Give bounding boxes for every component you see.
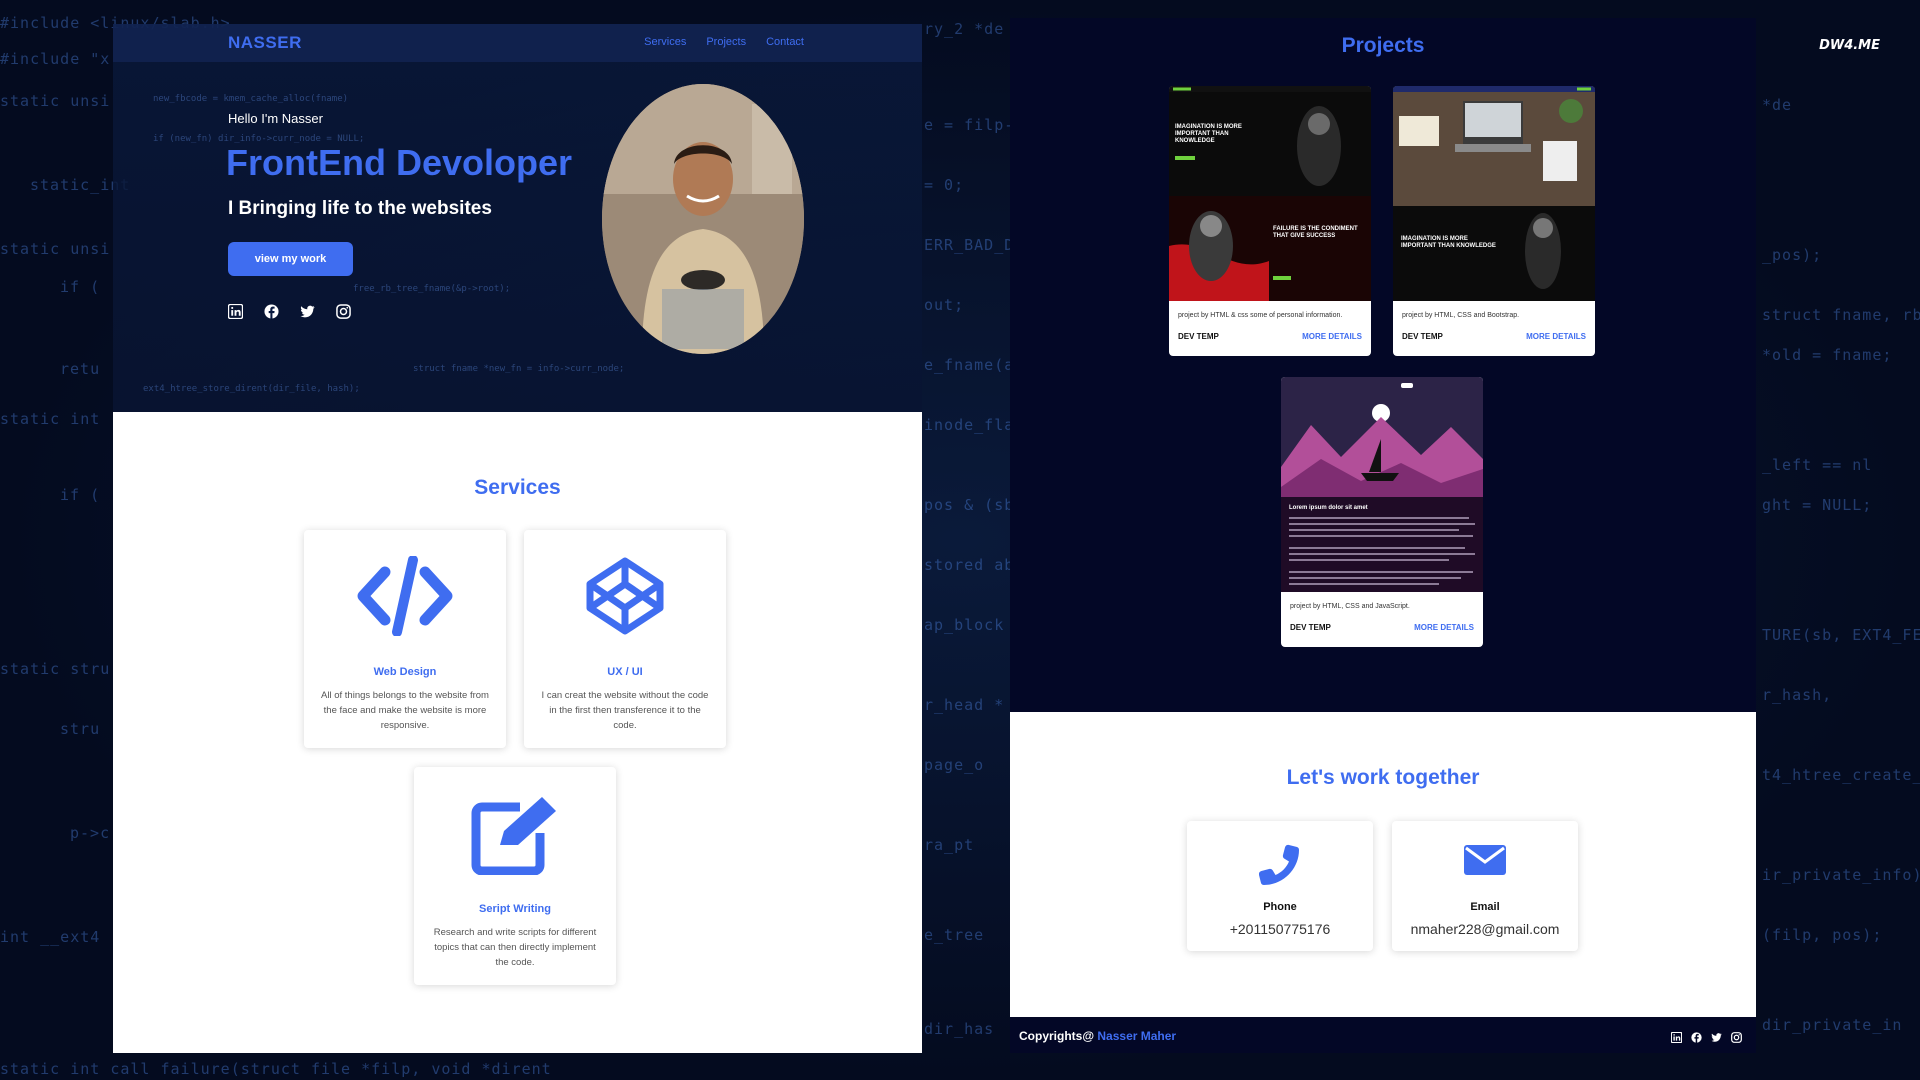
- facebook-icon[interactable]: [264, 304, 279, 319]
- service-card-script-writing: Seript Writing Research and write script…: [414, 767, 616, 985]
- thumbnail-caption: IMAGINATION IS MORE IMPORTANT THAN KNOWL…: [1401, 236, 1496, 249]
- brand-logo[interactable]: NASSER: [228, 33, 302, 53]
- services-section: Services Web Design All of things belong…: [113, 412, 922, 1053]
- hero-tagline: I Bringing life to the websites: [228, 198, 492, 219]
- contact-card-phone[interactable]: Phone +201150775176: [1187, 821, 1373, 951]
- project-thumbnail: IMAGINATION IS MORE IMPORTANT THAN KNOWL…: [1393, 86, 1595, 301]
- hero-greeting: Hello I'm Nasser: [228, 111, 323, 126]
- project-description: project by HTML & css some of personal i…: [1178, 312, 1343, 319]
- service-card-web-design: Web Design All of things belongs to the …: [304, 530, 506, 748]
- nav-link-projects[interactable]: Projects: [706, 36, 746, 48]
- service-title: Seript Writing: [479, 903, 551, 915]
- project-footer: DEV TEMP MORE DETAILS: [1402, 332, 1586, 341]
- facebook-icon[interactable]: [1691, 1030, 1702, 1043]
- nav-link-contact[interactable]: Contact: [766, 36, 804, 48]
- phone-icon: [1258, 843, 1301, 890]
- edit-icon: [470, 793, 560, 880]
- instagram-icon[interactable]: [1731, 1030, 1742, 1043]
- left-panel: new_fbcode = kmem_cache_alloc(fname) if …: [113, 24, 922, 1053]
- instagram-icon[interactable]: [336, 304, 351, 319]
- hero-section: new_fbcode = kmem_cache_alloc(fname) if …: [113, 24, 922, 412]
- project-card[interactable]: Lorem ipsum dolor sit amet project by HT…: [1281, 377, 1483, 647]
- project-footer: DEV TEMP MORE DETAILS: [1178, 332, 1362, 341]
- more-details-link[interactable]: MORE DETAILS: [1526, 332, 1586, 341]
- project-description: project by HTML, CSS and Bootstrap.: [1402, 312, 1520, 319]
- nav-link-services[interactable]: Services: [644, 36, 686, 48]
- services-title: Services: [474, 476, 561, 499]
- footer: Copyrights@ Nasser Maher: [1010, 1017, 1756, 1053]
- service-description: Research and write scripts for different…: [433, 927, 597, 968]
- thumbnail-caption: FAILURE IS THE CONDIMENT THAT GIVE SUCCE…: [1273, 226, 1358, 239]
- contact-label: Phone: [1263, 901, 1297, 913]
- project-footer: DEV TEMP MORE DETAILS: [1290, 623, 1474, 632]
- projects-section: Projects IMAGINATION IS MORE IMPORTANT T…: [1010, 18, 1756, 712]
- thumbnail-caption: Lorem ipsum dolor sit amet: [1289, 505, 1368, 511]
- email-address[interactable]: nmaher228@gmail.com: [1392, 921, 1578, 937]
- more-details-link[interactable]: MORE DETAILS: [1302, 332, 1362, 341]
- linkedin-icon[interactable]: [1670, 1030, 1683, 1044]
- project-description: project by HTML, CSS and JavaScript.: [1290, 603, 1410, 610]
- service-title: UX / UI: [607, 666, 643, 678]
- more-details-link[interactable]: MORE DETAILS: [1414, 623, 1474, 632]
- hero-social-links: [227, 303, 351, 320]
- twitter-icon[interactable]: [300, 304, 315, 319]
- service-title: Web Design: [373, 666, 437, 678]
- author-link[interactable]: Nasser Maher: [1097, 1029, 1176, 1043]
- contact-title: Let's work together: [1286, 766, 1480, 789]
- service-description: All of things belongs to the website fro…: [321, 690, 489, 731]
- project-name: DEV TEMP: [1290, 623, 1331, 632]
- watermark: DW4.ME: [1819, 38, 1880, 53]
- project-card[interactable]: IMAGINATION IS MORE IMPORTANT THAN KNOWL…: [1169, 86, 1371, 356]
- contact-label: Email: [1470, 901, 1500, 913]
- copyright-label: Copyrights@: [1019, 1029, 1095, 1043]
- project-name: DEV TEMP: [1402, 332, 1443, 341]
- twitter-icon[interactable]: [1711, 1030, 1722, 1042]
- project-thumbnail: Lorem ipsum dolor sit amet: [1281, 377, 1483, 592]
- profile-photo: [602, 84, 804, 354]
- right-panel: Projects IMAGINATION IS MORE IMPORTANT T…: [1010, 18, 1756, 1053]
- service-description: I can creat the website without the code…: [541, 690, 709, 731]
- contact-card-email[interactable]: Email nmaher228@gmail.com: [1392, 821, 1578, 951]
- nav-links: Services Projects Contact: [644, 36, 804, 48]
- linkedin-icon[interactable]: [227, 303, 244, 320]
- copyright: Copyrights@ Nasser Maher: [1019, 1029, 1176, 1043]
- navbar: NASSER Services Projects Contact: [113, 24, 922, 62]
- project-thumbnail: IMAGINATION IS MORE IMPORTANT THAN KNOWL…: [1169, 86, 1371, 301]
- view-my-work-button[interactable]: view my work: [228, 242, 353, 276]
- project-card[interactable]: IMAGINATION IS MORE IMPORTANT THAN KNOWL…: [1393, 86, 1595, 356]
- project-name: DEV TEMP: [1178, 332, 1219, 341]
- envelope-icon: [1464, 843, 1506, 882]
- hero-role: FrontEnd Devoloper: [226, 142, 573, 183]
- service-card-ux-ui: UX / UI I can creat the website without …: [524, 530, 726, 748]
- codepen-icon: [585, 556, 665, 641]
- phone-number[interactable]: +201150775176: [1187, 921, 1373, 937]
- contact-section: Let's work together Phone +201150775176 …: [1010, 712, 1756, 1017]
- projects-title: Projects: [1341, 34, 1425, 57]
- thumbnail-caption: IMAGINATION IS MORE IMPORTANT THAN KNOWL…: [1175, 124, 1242, 144]
- code-icon: [357, 555, 453, 641]
- footer-social-links: [1670, 1030, 1742, 1044]
